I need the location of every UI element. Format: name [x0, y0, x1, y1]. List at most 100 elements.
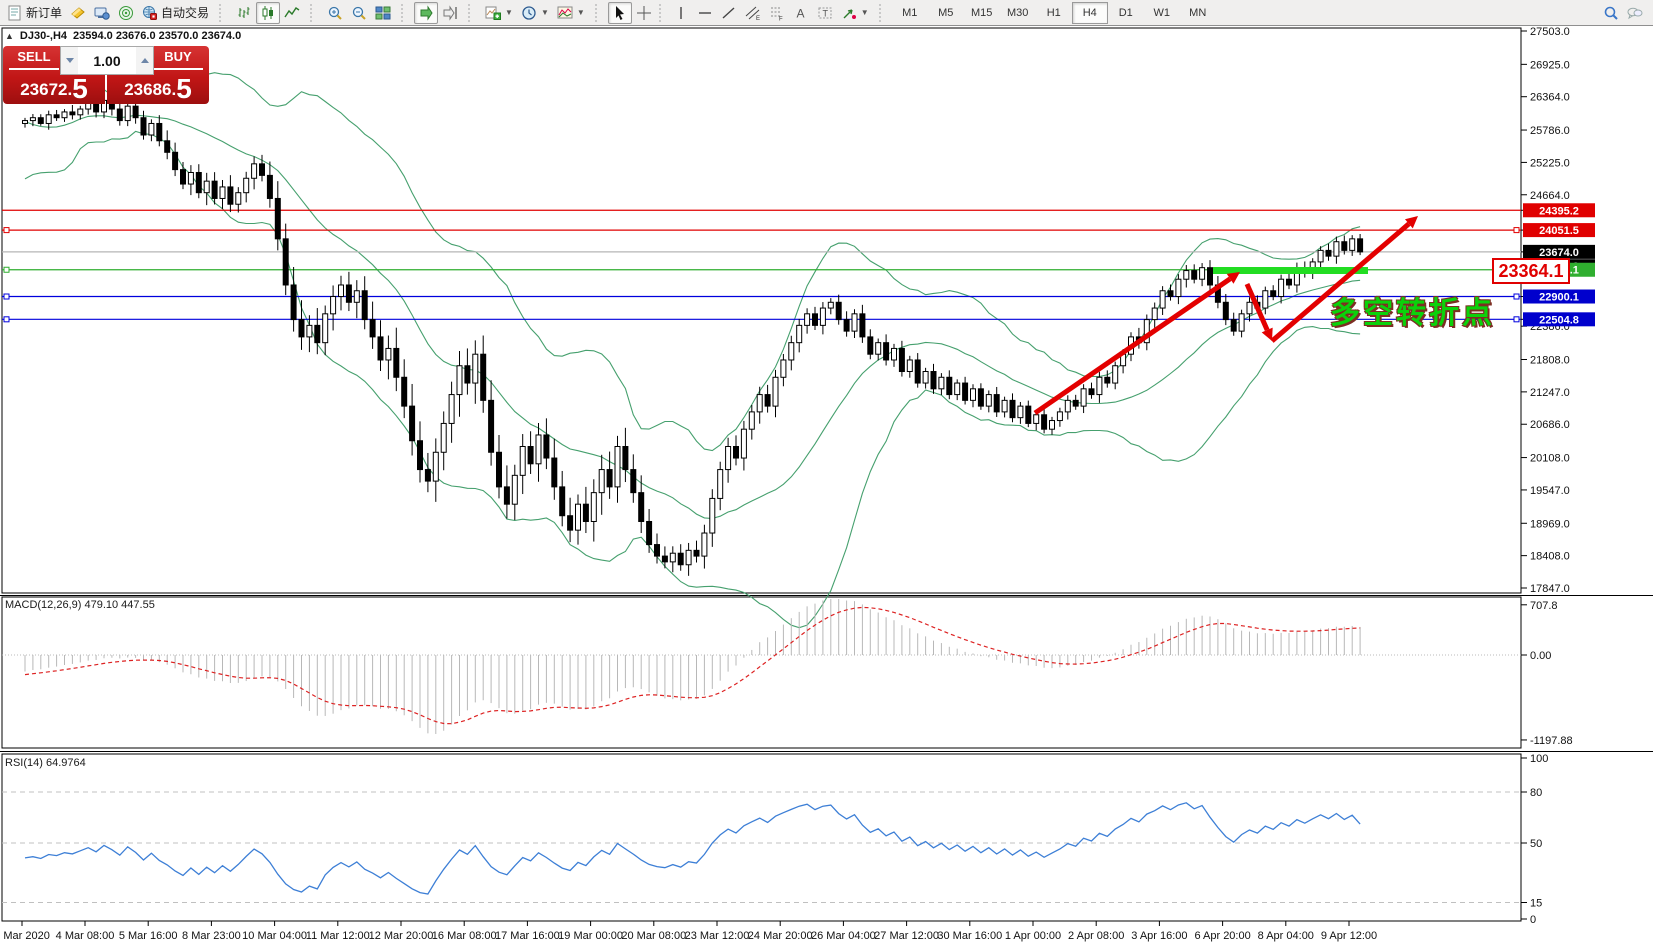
dropdown-caret: ▼	[541, 8, 549, 17]
auto-trading-label: 自动交易	[161, 4, 209, 21]
ticket-icon	[70, 5, 86, 21]
toolbar: 新订单 自动交易	[0, 0, 1653, 26]
svg-text:20108.0: 20108.0	[1530, 453, 1570, 465]
arrows-icon	[841, 5, 857, 21]
volume-decrease-button[interactable]	[61, 47, 78, 74]
text-label-button[interactable]: T	[813, 2, 837, 24]
quote-header: ▲ DJ30-,H4 23594.0 23676.0 23570.0 23674…	[5, 30, 241, 42]
svg-text:50: 50	[1530, 838, 1542, 850]
cursor-button[interactable]	[608, 2, 632, 24]
svg-text:80: 80	[1530, 787, 1542, 799]
zoom-in-button[interactable]	[323, 2, 347, 24]
toolbar-separator	[468, 4, 475, 22]
svg-text:3 Mar 2020: 3 Mar 2020	[0, 930, 50, 942]
toolbar-separator	[879, 4, 886, 22]
timeframe-h1[interactable]: H1	[1036, 2, 1072, 24]
periods-button[interactable]: ▼	[517, 2, 553, 24]
timeframe-mn[interactable]: MN	[1180, 2, 1216, 24]
svg-text:F: F	[779, 16, 783, 21]
line-chart-icon	[284, 5, 300, 21]
vertical-line-icon	[673, 5, 689, 21]
toolbar-separator	[310, 4, 317, 22]
terminal-button[interactable]	[90, 2, 114, 24]
crosshair-icon	[636, 5, 652, 21]
community-chat-button[interactable]	[1623, 2, 1647, 24]
svg-text:19 Mar 00:00: 19 Mar 00:00	[558, 930, 623, 942]
equidistant-channel-icon: E	[745, 5, 761, 21]
profile-button[interactable]	[114, 2, 138, 24]
fibonacci-icon: F	[769, 5, 785, 21]
indicators-button[interactable]: ▼	[481, 2, 517, 24]
toolbar-separator	[595, 4, 602, 22]
price-level-annotation-box[interactable]: 23364.1	[1492, 258, 1570, 284]
svg-text:26925.0: 26925.0	[1530, 59, 1570, 71]
trendline-button[interactable]	[717, 2, 741, 24]
svg-text:18969.0: 18969.0	[1530, 518, 1570, 530]
arrows-button[interactable]: ▼	[837, 2, 873, 24]
tile-windows-button[interactable]	[371, 2, 395, 24]
dropdown-caret: ▼	[505, 8, 513, 17]
sell-price: 23672.5	[3, 79, 105, 100]
timeframe-d1[interactable]: D1	[1108, 2, 1144, 24]
collapse-panel-icon[interactable]: ▲	[5, 31, 14, 41]
svg-text:22504.8: 22504.8	[1539, 314, 1579, 326]
timeframe-m15[interactable]: M15	[964, 2, 1000, 24]
volume-control	[60, 46, 154, 75]
svg-text:10 Mar 04:00: 10 Mar 04:00	[242, 930, 307, 942]
turning-point-annotation-text[interactable]: 多空转折点	[1330, 288, 1495, 332]
vertical-line-button[interactable]	[669, 2, 693, 24]
zoom-out-button[interactable]	[347, 2, 371, 24]
ticket-button[interactable]	[66, 2, 90, 24]
toolbar-separator	[659, 4, 666, 22]
svg-text:8 Mar 23:00: 8 Mar 23:00	[182, 930, 241, 942]
svg-text:0: 0	[1530, 914, 1536, 926]
templates-button[interactable]: ▼	[553, 2, 589, 24]
timeframe-m5[interactable]: M5	[928, 2, 964, 24]
terminal-icon	[94, 5, 110, 21]
timeframe-h4[interactable]: H4	[1072, 2, 1108, 24]
crosshair-button[interactable]	[632, 2, 656, 24]
periods-clock-icon	[521, 5, 537, 21]
timeframe-m1[interactable]: M1	[892, 2, 928, 24]
svg-text:21808.0: 21808.0	[1530, 355, 1570, 367]
svg-text:23 Mar 12:00: 23 Mar 12:00	[685, 930, 750, 942]
chart-canvas[interactable]: 27503.026925.026364.025786.025225.024664…	[0, 0, 1653, 945]
svg-text:15: 15	[1530, 898, 1542, 910]
svg-text:-1197.88: -1197.88	[1530, 735, 1573, 747]
svg-text:24051.5: 24051.5	[1539, 225, 1579, 237]
auto-trading-button[interactable]: 自动交易	[138, 2, 213, 24]
text-button[interactable]: A	[789, 2, 813, 24]
horizontal-line-icon	[697, 5, 713, 21]
fibonacci-button[interactable]: F	[765, 2, 789, 24]
svg-text:11 Mar 12:00: 11 Mar 12:00	[306, 930, 370, 942]
equidistant-channel-button[interactable]: E	[741, 2, 765, 24]
bar-chart-button[interactable]	[232, 2, 256, 24]
svg-text:6 Apr 20:00: 6 Apr 20:00	[1194, 930, 1250, 942]
toolbar-separator	[219, 4, 226, 22]
candlestick-chart-button[interactable]	[256, 2, 280, 24]
svg-text:25225.0: 25225.0	[1530, 157, 1570, 169]
auto-scroll-button[interactable]	[414, 2, 438, 24]
timeframe-group: M1 M5 M15 M30 H1 H4 D1 W1 MN	[889, 1, 1219, 25]
horizontal-line-button[interactable]	[693, 2, 717, 24]
svg-text:1 Apr 00:00: 1 Apr 00:00	[1005, 930, 1061, 942]
zoom-out-icon	[351, 5, 367, 21]
sell-label: SELL	[9, 46, 59, 70]
line-chart-button[interactable]	[280, 2, 304, 24]
trendline-icon	[721, 5, 737, 21]
svg-text:17847.0: 17847.0	[1530, 583, 1570, 595]
search-button[interactable]	[1599, 2, 1623, 24]
dropdown-caret: ▼	[577, 8, 585, 17]
volume-input[interactable]	[78, 47, 136, 74]
new-order-button[interactable]: 新订单	[3, 2, 66, 24]
chat-icon	[1627, 5, 1643, 21]
svg-text:8 Apr 04:00: 8 Apr 04:00	[1258, 930, 1314, 942]
svg-text:5 Mar 16:00: 5 Mar 16:00	[119, 930, 178, 942]
timeframe-m30[interactable]: M30	[1000, 2, 1036, 24]
svg-text:18408.0: 18408.0	[1530, 551, 1570, 563]
volume-increase-button[interactable]	[136, 47, 153, 74]
bar-chart-icon	[236, 5, 252, 21]
svg-text:27 Mar 12:00: 27 Mar 12:00	[874, 930, 939, 942]
timeframe-w1[interactable]: W1	[1144, 2, 1180, 24]
chart-shift-button[interactable]	[438, 2, 462, 24]
